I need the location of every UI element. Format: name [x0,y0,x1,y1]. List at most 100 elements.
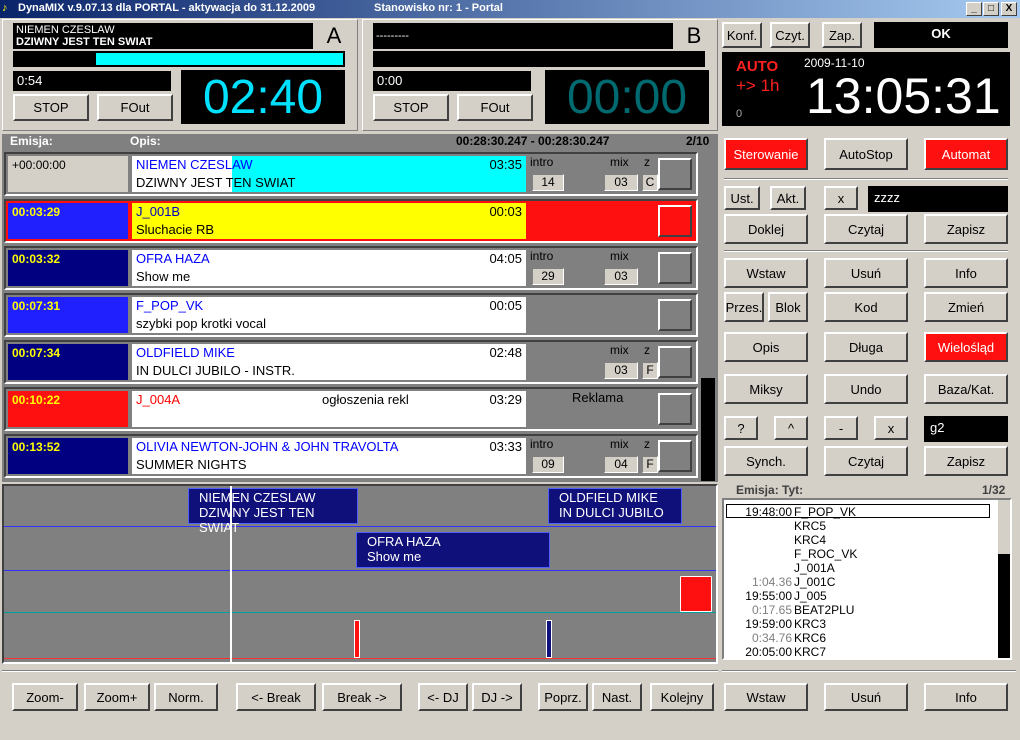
poprz-button[interactable]: Poprz. [538,683,588,711]
schedule-item[interactable]: KRC4 [730,533,996,547]
minus-button[interactable]: - [824,416,858,440]
deck-b-progress[interactable] [373,51,705,67]
prev-dj-button[interactable]: <- DJ [418,683,468,711]
schedule-item[interactable]: 19:48:00 F_POP_VK [730,505,996,519]
search-field[interactable]: g2 [924,416,1008,442]
deck-a-stop-button[interactable]: STOP [13,94,89,121]
timeline-jingle-marker[interactable] [354,620,360,658]
zoom-in-button[interactable]: Zoom+ [84,683,150,711]
czyt-button[interactable]: Czyt. [770,22,810,48]
schedule-item[interactable]: 0:17.65 BEAT2PLU [730,603,996,617]
schedule-scroll-thumb[interactable] [998,554,1010,658]
timeline[interactable]: NIEMEN CZESLAW DZIWNY JEST TEN SWIAT OLD… [2,484,718,664]
miksy-button[interactable]: Miksy [724,374,808,404]
timeline-jingle-marker[interactable] [546,620,552,658]
playlist-row[interactable]: 00:07:34 OLDFIELD MIKE 02:48 IN DULCI JU… [4,340,698,384]
timeline-clip[interactable]: OLDFIELD MIKE IN DULCI JUBILO [548,488,682,524]
auto-label: AUTO [736,58,779,75]
row-time: 00:07:31 [8,297,128,333]
doklej-button[interactable]: Doklej [724,214,808,244]
clear-x-button[interactable]: x [824,186,858,210]
zmien-button[interactable]: Zmień [924,292,1008,322]
schedule-item[interactable]: 20:05:00 KRC7 [730,645,996,658]
playlist-row[interactable]: +00:00:00 NIEMEN CZESLAW 03:35 DZIWNY JE… [4,152,698,196]
remove-x-button[interactable]: x [874,416,908,440]
row-select-box[interactable] [658,205,692,237]
synch-button[interactable]: Synch. [724,446,808,476]
wieloslad-button[interactable]: Wielośląd [924,332,1008,362]
info-button[interactable]: Info [924,258,1008,288]
schedule-usun-button[interactable]: Usuń [824,683,908,711]
clip-artist: OLDFIELD MIKE [559,490,658,505]
opis-button[interactable]: Opis [724,332,808,362]
playlist-row[interactable]: 00:07:31 F_POP_VK 00:05 szybki pop krotk… [4,293,698,337]
deck-b-stop-button[interactable]: STOP [373,94,449,121]
row-select-box[interactable] [658,346,692,378]
wstaw-button[interactable]: Wstaw [724,258,808,288]
nast-button[interactable]: Nast. [592,683,642,711]
next-break-button[interactable]: Break -> [322,683,402,711]
przes-button[interactable]: Przes. [724,292,764,322]
zap-button[interactable]: Zap. [822,22,862,48]
zapisz-button[interactable]: Zapisz [924,214,1008,244]
deck-b-fout-button[interactable]: FOut [457,94,533,121]
row-info: OFRA HAZA 04:05 Show me [132,250,526,286]
maximize-icon[interactable]: □ [983,2,999,16]
schedule-item[interactable]: J_001A [730,561,996,575]
schedule-list[interactable]: 19:48:00 F_POP_VK KRC5 KRC4 F_ROC_VK J_001A 1:… [722,498,1012,660]
timeline-playhead[interactable] [230,486,232,662]
schedule-item[interactable]: 1:04.36 J_001C [730,575,996,589]
playlist-row[interactable]: 00:13:52 OLIVIA NEWTON-JOHN & JOHN TRAVO… [4,434,698,478]
row-select-box[interactable] [658,252,692,284]
schedule-item[interactable]: 19:59:00 KRC3 [730,617,996,631]
deck-a-progress[interactable] [13,51,345,67]
baza-kat-button[interactable]: Baza/Kat. [924,374,1008,404]
autostop-button[interactable]: AutoStop [824,138,908,170]
usun-button[interactable]: Usuń [824,258,908,288]
automat-button[interactable]: Automat [924,138,1008,170]
zoom-normal-button[interactable]: Norm. [154,683,218,711]
prev-break-button[interactable]: <- Break [236,683,316,711]
schedule-item[interactable]: 19:55:00 J_005 [730,589,996,603]
row-select-box[interactable] [658,158,692,190]
row-artist: J_004A [136,392,181,407]
kolejny-button[interactable]: Kolejny [650,683,714,711]
zoom-out-button[interactable]: Zoom- [12,683,78,711]
schedule-item[interactable]: KRC5 [730,519,996,533]
playlist-row[interactable]: 00:03:29 J_001B 00:03 Sluchacie RB [4,199,698,243]
playlist-scrollbar[interactable] [701,378,715,481]
up-button[interactable]: ^ [774,416,808,440]
kod-button[interactable]: Kod [824,292,908,322]
czytaj-button[interactable]: Czytaj [824,214,908,244]
zapisz2-button[interactable]: Zapisz [924,446,1008,476]
row-select-box[interactable] [658,440,692,472]
close-icon[interactable]: X [1001,2,1017,16]
undo-button[interactable]: Undo [824,374,908,404]
schedule-info-button[interactable]: Info [924,683,1008,711]
schedule-wstaw-button[interactable]: Wstaw [724,683,808,711]
playlist-row[interactable]: 00:10:22 J_004A ogłoszenia rekl 03:29 Re… [4,387,698,431]
schedule-item[interactable]: F_ROC_VK [730,547,996,561]
sterowanie-button[interactable]: Sterowanie [724,138,808,170]
akt-button[interactable]: Akt. [770,186,806,210]
ust-button[interactable]: Ust. [724,186,760,210]
deck-a-fout-button[interactable]: FOut [97,94,173,121]
dluga-button[interactable]: Długa [824,332,908,362]
z-label: z [644,155,650,169]
timeline-clip[interactable]: NIEMEN CZESLAW DZIWNY JEST TEN SWIAT [188,488,358,535]
filter-field[interactable]: zzzz [868,186,1008,212]
blok-button[interactable]: Blok [768,292,808,322]
timeline-clip[interactable]: OFRA HAZA Show me [356,532,550,568]
next-dj-button[interactable]: DJ -> [472,683,522,711]
czytaj2-button[interactable]: Czytaj [824,446,908,476]
row-select-box[interactable] [658,299,692,331]
minimize-icon[interactable]: _ [966,2,982,16]
schedule-item[interactable]: 0:34.76 KRC6 [730,631,996,645]
playlist-row[interactable]: 00:03:32 OFRA HAZA 04:05 Show me intro 2… [4,246,698,290]
row-info: J_001B 00:03 Sluchacie RB [132,203,526,239]
row-select-box[interactable] [658,393,692,425]
help-button[interactable]: ? [724,416,758,440]
timeline-marker-red[interactable] [680,576,712,612]
konf-button[interactable]: Konf. [722,22,762,48]
schedule-scrollbar[interactable] [998,500,1010,658]
